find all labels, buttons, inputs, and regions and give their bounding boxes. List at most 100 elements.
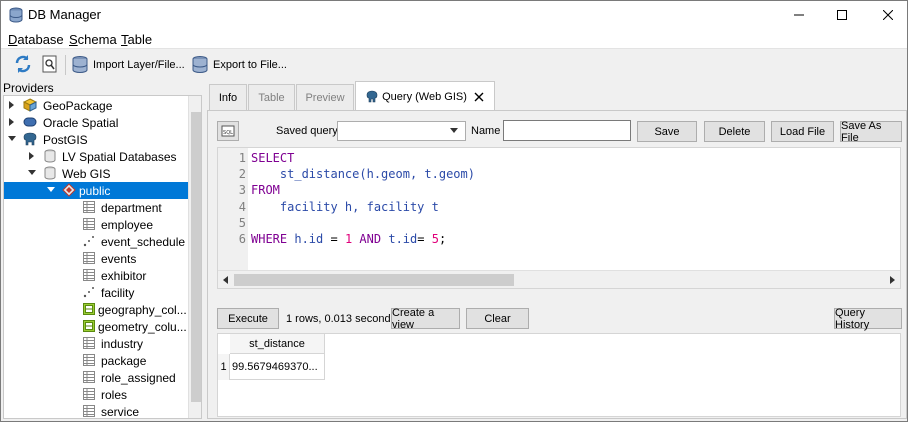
save-as-file-button[interactable]: Save As File <box>840 119 902 144</box>
delete-button[interactable]: Delete <box>704 121 765 142</box>
menu-table[interactable]: Table <box>121 32 152 47</box>
scroll-right-icon[interactable] <box>888 276 896 284</box>
line-number: 1 <box>238 151 246 165</box>
tree-item[interactable]: GeoPackage <box>4 97 188 114</box>
import-layer-button[interactable]: Import Layer/File... <box>71 54 185 76</box>
clear-button-label: Clear <box>484 312 511 325</box>
tab-info[interactable]: Info <box>209 84 247 111</box>
tree-item[interactable]: department <box>4 199 188 216</box>
line-number: 4 <box>238 200 246 214</box>
expanded-arrow-icon[interactable] <box>8 135 16 143</box>
close-button[interactable] <box>865 1 908 29</box>
tree-item[interactable]: Oracle Spatial <box>4 114 188 131</box>
collapsed-arrow-icon[interactable] <box>8 118 16 126</box>
tab-preview[interactable]: Preview <box>296 84 354 111</box>
save-button[interactable]: Save <box>637 121 697 142</box>
collapsed-arrow-icon[interactable] <box>28 152 36 160</box>
tree-item-label: geography_col... <box>98 302 187 317</box>
tree-item-label: events <box>101 251 137 266</box>
sql-format-button[interactable]: SQL <box>217 121 239 141</box>
scroll-left-icon[interactable] <box>222 276 230 284</box>
close-tab-icon[interactable] <box>473 91 485 103</box>
delete-button-label: Delete <box>718 125 751 138</box>
main-panel: Info Table Preview Query (Web GIS) SQL S… <box>207 81 907 419</box>
tree-item[interactable]: events <box>4 250 188 267</box>
tree-item[interactable]: roles <box>4 386 188 403</box>
tree-item-label: employee <box>101 217 154 232</box>
load-file-button-label: Load File <box>779 125 826 138</box>
code-line: 3 FROM <box>218 183 902 199</box>
tree-vertical-scrollbar[interactable] <box>188 96 201 418</box>
code-text: WHERE h.id = 1 AND t.id= 5; <box>251 232 447 246</box>
database-icon <box>44 149 56 163</box>
expanded-arrow-icon[interactable] <box>28 169 36 177</box>
menu-schema[interactable]: Schema <box>69 32 117 47</box>
tree-item-label: LV Spatial Databases <box>62 149 177 164</box>
saved-query-select[interactable] <box>337 121 466 141</box>
execute-button-label: Execute <box>228 312 268 325</box>
maximize-button[interactable] <box>819 1 865 29</box>
saved-query-label: Saved query <box>276 125 338 137</box>
tree-item[interactable]: LV Spatial Databases <box>4 148 188 165</box>
editor-horizontal-scrollbar[interactable] <box>218 270 900 288</box>
database-icon <box>44 166 56 180</box>
tree-item[interactable]: geography_col... <box>4 301 188 318</box>
results-table[interactable]: st_distance 1 99.5679469370... <box>217 333 901 417</box>
database-app-icon <box>9 7 23 23</box>
title-bar: DB Manager <box>1 1 907 29</box>
tree-item[interactable]: role_assigned <box>4 369 188 386</box>
tab-query-label: Query (Web GIS) <box>382 90 467 103</box>
dropdown-arrow-icon <box>450 128 458 133</box>
tree-item[interactable]: geometry_colu... <box>4 318 188 335</box>
export-file-label: Export to File... <box>213 59 287 71</box>
tree-item[interactable]: Web GIS <box>4 165 188 182</box>
menu-database[interactable]: Database <box>8 32 64 47</box>
table-icon <box>83 371 95 383</box>
execute-button[interactable]: Execute <box>217 308 279 329</box>
code-line: 2 st_distance(h.geom, t.geom) <box>218 167 902 183</box>
providers-tree[interactable]: GeoPackage Oracle Spatial PostGIS LV Spatia… <box>3 95 202 419</box>
table-icon <box>83 405 95 417</box>
tree-item[interactable]: package <box>4 352 188 369</box>
tree-item[interactable]: industry <box>4 335 188 352</box>
create-view-button[interactable]: Create a view <box>391 307 460 331</box>
import-database-icon <box>72 56 88 74</box>
query-name-input[interactable] <box>503 120 631 141</box>
window-title: DB Manager <box>28 7 101 22</box>
toolbar: Import Layer/File... Export to File... <box>1 49 907 81</box>
row-header[interactable]: 1 <box>218 354 230 380</box>
tree-item[interactable]: employee <box>4 216 188 233</box>
export-file-button[interactable]: Export to File... <box>191 54 287 76</box>
tree-item[interactable]: facility <box>4 284 188 301</box>
result-cell[interactable]: 99.5679469370... <box>230 354 325 380</box>
code-text: facility h, facility t <box>251 200 439 214</box>
tree-item[interactable]: service <box>4 403 188 418</box>
collapsed-arrow-icon[interactable] <box>8 101 16 109</box>
expanded-arrow-icon[interactable] <box>47 186 55 194</box>
minimize-button[interactable] <box>776 1 822 29</box>
tab-table[interactable]: Table <box>248 84 295 111</box>
save-as-file-button-label: Save As File <box>841 119 882 144</box>
load-file-button[interactable]: Load File <box>771 121 834 142</box>
postgis-elephant-icon <box>366 90 378 102</box>
tree-item[interactable]: exhibitor <box>4 267 188 284</box>
refresh-icon[interactable] <box>13 54 33 74</box>
tree-item[interactable]: public <box>4 182 188 199</box>
tree-item[interactable]: event_schedule <box>4 233 188 250</box>
code-text: st_distance(h.geom, t.geom) <box>251 167 475 181</box>
query-history-button[interactable]: Query History <box>834 307 902 331</box>
clear-button[interactable]: Clear <box>466 308 529 329</box>
tree-item-label: department <box>101 200 162 215</box>
line-number: 3 <box>238 183 246 197</box>
tree-item[interactable]: PostGIS <box>4 131 188 148</box>
sql-editor[interactable]: 1 SELECT 2 st_distance(h.geom, t.geom) 3… <box>217 147 901 289</box>
oracle-icon <box>23 117 37 127</box>
column-header[interactable]: st_distance <box>230 334 325 354</box>
editor-scrollbar-thumb[interactable] <box>234 274 514 286</box>
tab-info-label: Info <box>218 92 238 104</box>
tab-query[interactable]: Query (Web GIS) <box>355 81 495 111</box>
code-line: 6 WHERE h.id = 1 AND t.id= 5; <box>218 232 902 248</box>
menu-schema-mnemonic: S <box>69 32 78 47</box>
tree-scrollbar-thumb[interactable] <box>191 112 201 402</box>
sql-window-icon[interactable] <box>40 54 60 74</box>
